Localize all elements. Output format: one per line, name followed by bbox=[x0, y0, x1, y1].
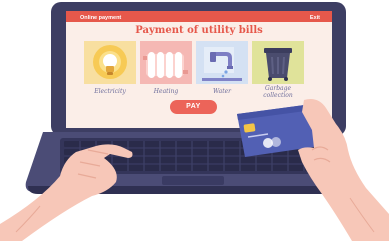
screen-topbar-text: Online payment Exit bbox=[68, 13, 330, 23]
exit-link[interactable]: Exit bbox=[310, 13, 320, 23]
topbar-app-title: Online payment bbox=[80, 15, 122, 21]
illustration-scene bbox=[0, 0, 389, 241]
tile-label-water: Water bbox=[212, 88, 232, 95]
tile-label-garbage-collection: Garbage collection bbox=[251, 85, 305, 99]
tile-label-electricity: Electricity bbox=[94, 88, 126, 95]
page-title: Payment of utility bills bbox=[135, 25, 263, 36]
touchpad bbox=[162, 176, 224, 185]
pay-button[interactable]: PAY bbox=[170, 100, 217, 114]
tile-label-garbage-line2: collection bbox=[263, 91, 293, 99]
tile-label-heating: Heating bbox=[153, 88, 179, 95]
lightbulb-icon bbox=[93, 45, 127, 79]
radiator-icon bbox=[143, 52, 188, 78]
